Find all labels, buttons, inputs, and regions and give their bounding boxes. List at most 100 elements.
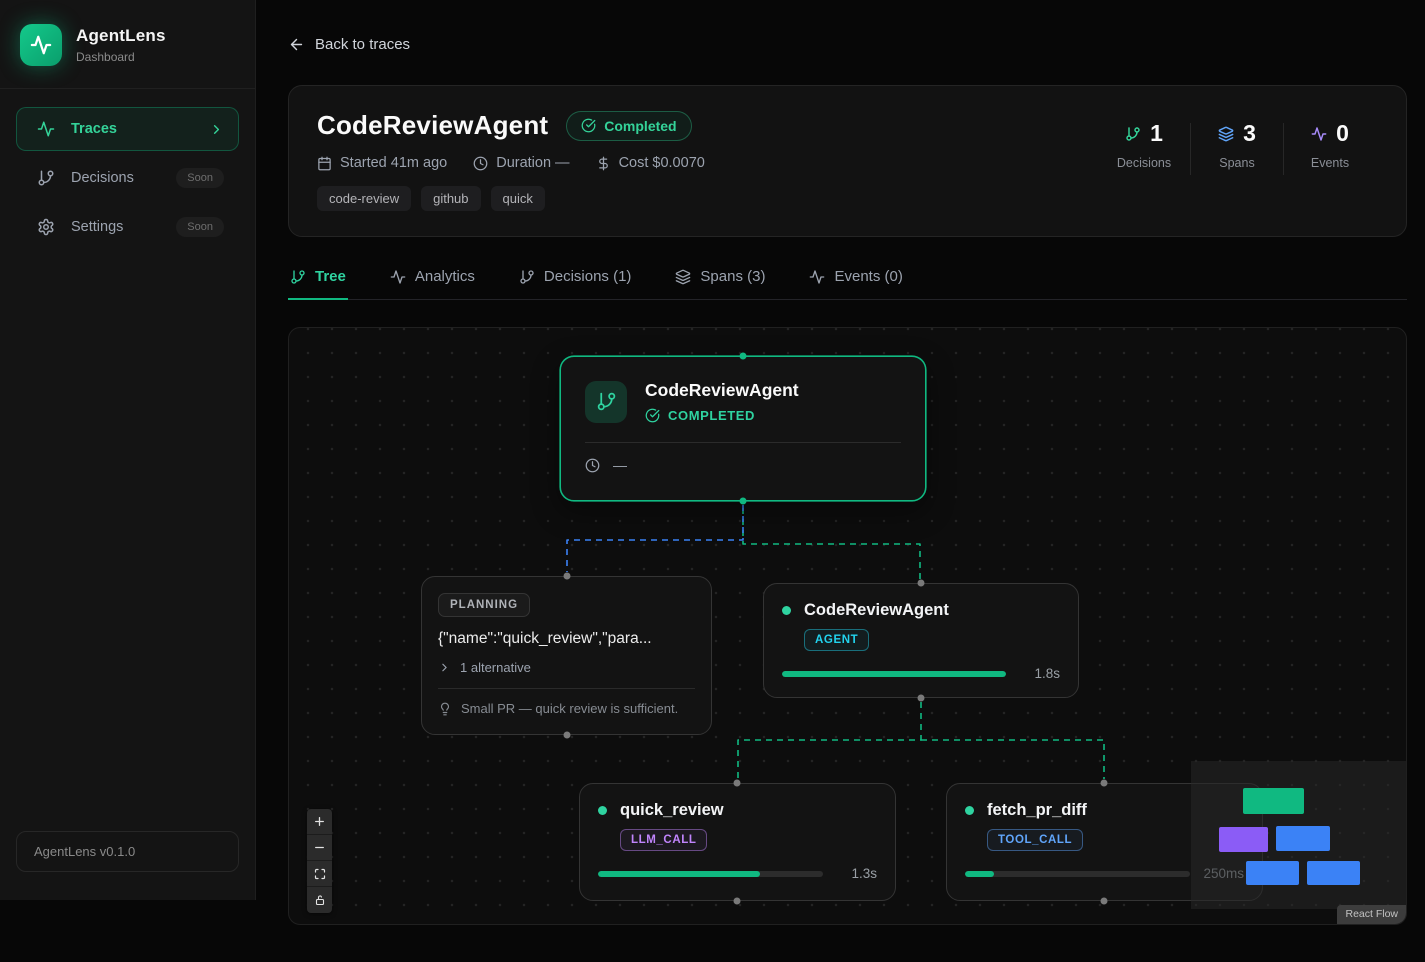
zoom-in-button[interactable]	[307, 809, 332, 835]
node-duration: —	[613, 457, 627, 473]
tag: code-review	[317, 186, 411, 211]
activity-icon	[30, 34, 52, 56]
handle-agent-bottom[interactable]	[918, 695, 925, 702]
layers-icon	[1218, 126, 1234, 142]
node-root-trace[interactable]: CodeReviewAgent COMPLETED —	[560, 356, 926, 501]
zoom-out-button[interactable]	[307, 835, 332, 861]
node-llm-span[interactable]: quick_review LLM_CALL 1.3s	[579, 783, 896, 901]
divider	[438, 688, 695, 689]
node-title: fetch_pr_diff	[987, 801, 1087, 820]
sidebar-item-settings[interactable]: Settings Soon	[16, 205, 239, 249]
handle-root-bottom[interactable]	[740, 498, 747, 505]
maximize-icon	[314, 868, 326, 880]
status-dot	[965, 806, 974, 815]
check-circle-icon	[581, 118, 596, 133]
stat-events: 0 Events	[1284, 120, 1376, 170]
react-flow-attribution[interactable]: React Flow	[1337, 905, 1406, 924]
git-branch-icon	[1125, 126, 1141, 142]
status-label: Completed	[604, 118, 676, 134]
node-planning-decision[interactable]: PLANNING {"name":"quick_review","para...…	[421, 576, 712, 735]
calendar-icon	[317, 156, 332, 171]
sidebar-item-label: Settings	[71, 219, 160, 235]
alternatives-toggle[interactable]: 1 alternative	[438, 660, 695, 675]
trace-header-card: CodeReviewAgent Completed Started 41m ag…	[288, 85, 1407, 237]
tab-spans[interactable]: Spans (3)	[673, 266, 767, 299]
meta-started: Started 41m ago	[317, 155, 447, 171]
handle-root-top[interactable]	[740, 353, 747, 360]
layers-icon	[675, 269, 691, 285]
tag: github	[421, 186, 480, 211]
node-title: CodeReviewAgent	[645, 380, 799, 401]
clock-icon	[473, 156, 488, 171]
handle-llm-top[interactable]	[734, 780, 741, 787]
fit-view-button[interactable]	[307, 861, 332, 887]
trace-tree-canvas[interactable]: CodeReviewAgent COMPLETED — PLANNING {"n…	[288, 327, 1407, 925]
status-badge: Completed	[566, 111, 691, 141]
lock-button[interactable]	[307, 887, 332, 913]
stat-label: Spans	[1191, 156, 1283, 170]
flow-controls	[307, 809, 332, 913]
gear-icon	[37, 218, 55, 236]
node-duration: 1.8s	[1018, 666, 1060, 681]
app-name: AgentLens	[76, 26, 166, 46]
decision-type-badge: PLANNING	[438, 593, 530, 617]
tab-decisions[interactable]: Decisions (1)	[517, 266, 634, 299]
node-duration: 1.3s	[835, 866, 877, 881]
duration-bar	[598, 871, 823, 877]
minimap-node-root	[1243, 788, 1304, 814]
lightbulb-icon	[438, 702, 452, 716]
tab-analytics[interactable]: Analytics	[388, 266, 477, 299]
handle-tool-bottom[interactable]	[1101, 898, 1108, 905]
git-branch-icon	[290, 269, 306, 285]
sidebar-item-decisions[interactable]: Decisions Soon	[16, 156, 239, 200]
plus-icon	[313, 815, 326, 828]
sidebar-item-traces[interactable]: Traces	[16, 107, 239, 151]
chevron-right-icon	[438, 661, 451, 674]
node-status: COMPLETED	[645, 408, 799, 423]
stat-value: 3	[1243, 120, 1256, 147]
stat-value: 0	[1336, 120, 1349, 147]
node-agent-span[interactable]: CodeReviewAgent AGENT 1.8s	[763, 583, 1079, 698]
back-to-traces-link[interactable]: Back to traces	[288, 36, 410, 53]
git-branch-icon	[519, 269, 535, 285]
node-title: quick_review	[620, 801, 724, 820]
sidebar-item-label: Traces	[71, 121, 193, 137]
tab-tree[interactable]: Tree	[288, 266, 348, 299]
tab-events[interactable]: Events (0)	[807, 266, 904, 299]
page-title: CodeReviewAgent	[317, 110, 548, 141]
stat-label: Decisions	[1098, 156, 1190, 170]
minus-icon	[313, 841, 326, 854]
brand: AgentLens Dashboard	[0, 0, 255, 89]
divider	[585, 442, 901, 443]
activity-icon	[809, 269, 825, 285]
stat-label: Events	[1284, 156, 1376, 170]
flow-minimap[interactable]	[1191, 761, 1406, 909]
tags-row: code-review github quick	[317, 186, 705, 211]
back-label: Back to traces	[315, 36, 410, 53]
activity-icon	[390, 269, 406, 285]
stat-decisions: 1 Decisions	[1098, 120, 1190, 170]
clock-icon	[585, 458, 600, 473]
main-content: Back to traces CodeReviewAgent Completed…	[257, 0, 1425, 925]
sidebar: AgentLens Dashboard Traces Decisions Soo…	[0, 0, 256, 900]
handle-llm-bottom[interactable]	[734, 898, 741, 905]
status-dot	[782, 606, 791, 615]
handle-tool-top[interactable]	[1101, 780, 1108, 787]
activity-icon	[37, 120, 55, 138]
meta-cost: Cost $0.0070	[596, 155, 705, 171]
app-subtitle: Dashboard	[76, 50, 166, 64]
soon-badge: Soon	[176, 168, 224, 188]
minimap-node-tool	[1307, 861, 1360, 885]
git-branch-icon	[585, 381, 627, 423]
activity-icon	[1311, 126, 1327, 142]
sidebar-item-label: Decisions	[71, 170, 160, 186]
handle-agent-top[interactable]	[918, 580, 925, 587]
decision-reason: Small PR — quick review is sufficient.	[438, 701, 695, 716]
check-circle-icon	[645, 408, 660, 423]
decision-summary: {"name":"quick_review","para...	[438, 630, 695, 648]
handle-planning-bottom[interactable]	[564, 732, 571, 739]
handle-planning-top[interactable]	[564, 573, 571, 580]
span-type-badge: LLM_CALL	[620, 829, 707, 851]
minimap-node-llm	[1246, 861, 1299, 885]
git-branch-icon	[37, 169, 55, 187]
